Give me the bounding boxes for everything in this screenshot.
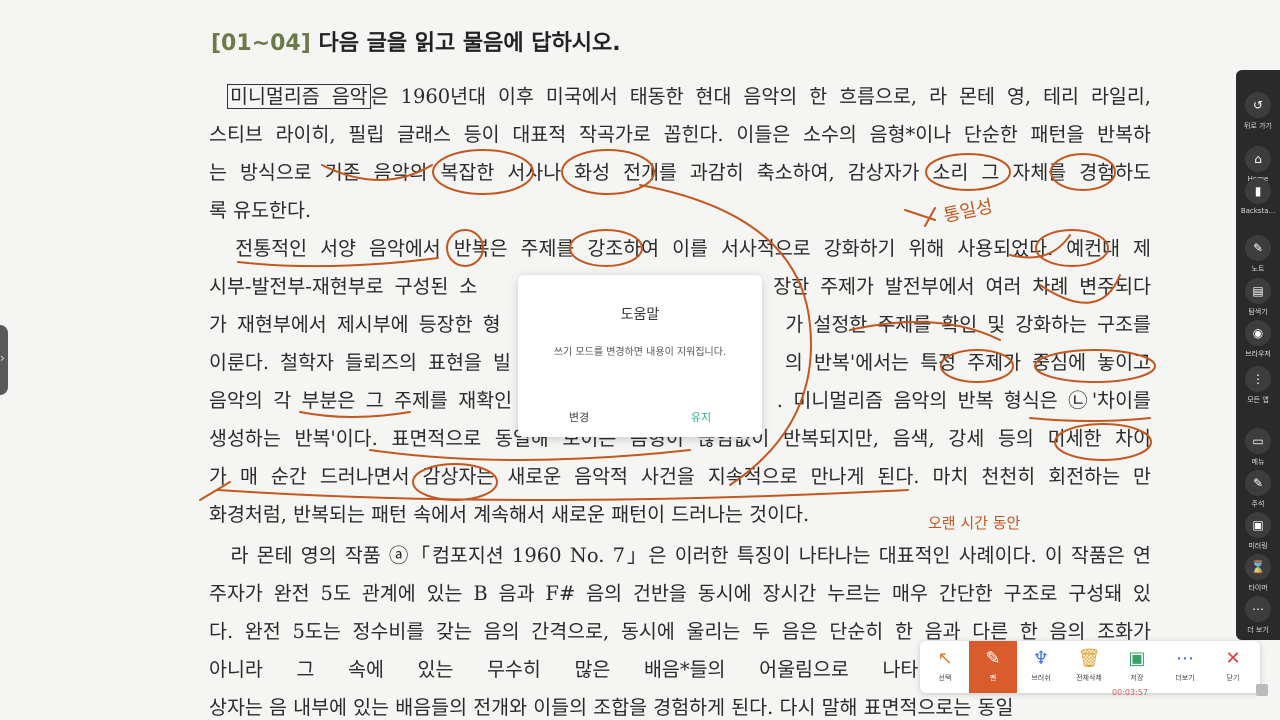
save-icon: ▣ <box>1128 648 1146 669</box>
tool-more[interactable]: ⋯ 더보기 <box>1161 641 1209 693</box>
sidebar-item[interactable]: ⋯ 더 보기 <box>1236 596 1280 635</box>
help-dialog: 도움말 쓰기 모드를 변경하면 내용이 지워집니다. 변경 유지 <box>518 275 762 437</box>
tool-trash[interactable]: 🗑 전체삭제 <box>1065 641 1113 693</box>
sidebar-item[interactable]: ▮ Backsta... <box>1236 178 1280 215</box>
text-line: 는 방식으로 기존 음악의 복잡한 서사나 화성 전개를 과감히 축소하여, 감… <box>209 161 1151 184</box>
browser-icon: ◉ <box>1245 320 1271 346</box>
tool-close[interactable]: ✕ 닫기 <box>1209 641 1257 693</box>
sidebar-item-label: 메뉴 <box>1251 458 1265 466</box>
boxed-term: 미니멀리즘 음악 <box>227 84 371 109</box>
text-line: 상자는 음 내부에 있는 배음들의 전개와 이들의 조합을 경험하게 된다. 다… <box>209 696 1014 719</box>
text-line: 화경처럼, 반복되는 패턴 속에서 계속해서 새로운 패턴이 드러나는 것이다. <box>209 503 810 526</box>
tool-label: 브러쉬 <box>1031 674 1051 682</box>
sidebar-item[interactable]: ▤ 탐색기 <box>1236 278 1280 317</box>
trash-icon: 🗑 <box>1077 648 1101 669</box>
tool-label: 닫기 <box>1226 674 1240 682</box>
mirroring-icon: ▣ <box>1245 512 1271 538</box>
notes-icon: ✎ <box>1245 235 1271 261</box>
left-panel-handle[interactable]: › <box>0 325 8 395</box>
tool-pen[interactable]: ✎ 펜 <box>969 641 1017 693</box>
text-line: 미니멀리즘 음악 은 1960년대 이후 미국에서 태동한 현대 음악의 한 흐름… <box>209 78 1151 116</box>
annotation-icon: ✎ <box>1245 470 1271 496</box>
more-icon: ⋯ <box>1245 596 1271 622</box>
pen-icon: ✎ <box>985 648 1001 669</box>
menu-icon: ▭ <box>1245 428 1271 454</box>
timer-readout: 00:03:57 <box>1112 688 1148 697</box>
sidebar-item-label: 뒤로 가기 <box>1244 122 1272 130</box>
sidebar-item[interactable]: ↺ 뒤로 가기 <box>1236 92 1280 131</box>
text-line: 전통적인 서양 음악에서 반복은 주제를 강조하여 이를 서사적으로 강화하기 … <box>209 237 1151 260</box>
sidebar-item[interactable]: ⋮ 모든 앱 <box>1236 366 1280 405</box>
text-line: 라 몬테 영의 작품 ⓐ「컴포지션 1960 No. 7」은 이러한 특징이 나… <box>209 544 1152 567</box>
sidebar-item[interactable]: ✎ 노트 <box>1236 235 1280 274</box>
dialog-title: 도움말 <box>620 307 660 323</box>
change-button[interactable]: 변경 <box>518 409 640 425</box>
cursor-icon: ↖ <box>937 648 953 669</box>
more-icon: ⋯ <box>1176 648 1194 669</box>
sidebar-item[interactable]: ▣ 미러링 <box>1236 512 1280 551</box>
question-heading: [01~04] 다음 글을 읽고 물음에 답하시오. <box>211 25 621 57</box>
sidebar-item-label: 노트 <box>1251 265 1265 273</box>
all-apps-icon: ⋮ <box>1245 366 1271 392</box>
paragraph-1: 미니멀리즘 음악 은 1960년대 이후 미국에서 태동한 현대 음악의 한 흐름… <box>209 78 1151 230</box>
sidebar-item-label: 탐색기 <box>1248 308 1268 316</box>
sidebar-item-label: 타이머 <box>1248 584 1268 592</box>
right-sidebar: ↺뒤로 가기⌂Home▮Backsta...✎노트▤탐색기◉브라우저⋮모든 앱▭… <box>1236 70 1280 640</box>
timer-icon: ⌛ <box>1245 554 1271 580</box>
explorer-icon: ▤ <box>1245 278 1271 304</box>
chevron-right-icon: › <box>0 351 5 365</box>
tool-label: 선택 <box>938 674 952 682</box>
sidebar-item-label: 더 보기 <box>1247 626 1269 634</box>
tool-save[interactable]: ▣ 저장 <box>1113 641 1161 693</box>
tool-label: 전체삭제 <box>1076 674 1102 682</box>
sidebar-item-label: 모든 앱 <box>1247 396 1269 404</box>
corner-handle[interactable] <box>1256 684 1268 696</box>
line-text: 은 1960년대 이후 미국에서 태동한 현대 음악의 한 흐름으로, 라 몬테… <box>370 85 1151 108</box>
close-icon: ✕ <box>1225 648 1241 669</box>
sidebar-item[interactable]: ◉ 브라우저 <box>1236 320 1280 359</box>
backstage-icon: ▮ <box>1245 178 1271 204</box>
question-number: [01~04] <box>211 31 311 56</box>
sidebar-item[interactable]: ✎ 주석 <box>1236 470 1280 509</box>
home-icon: ⌂ <box>1245 146 1271 172</box>
tool-cursor[interactable]: ↖ 선택 <box>921 641 969 693</box>
question-instruction: 다음 글을 읽고 물음에 답하시오. <box>318 31 621 56</box>
sidebar-item-label: 주석 <box>1251 500 1265 508</box>
pen-toolbar: ↖ 선택 ✎ 펜 ♆ 브러쉬 🗑 전체삭제 ▣ 저장 ⋯ 더보기 ✕ 닫기 <box>920 641 1260 693</box>
sidebar-item[interactable]: ▭ 메뉴 <box>1236 428 1280 467</box>
tool-brush[interactable]: ♆ 브러쉬 <box>1017 641 1065 693</box>
tool-label: 펜 <box>989 674 997 682</box>
text-line: 주자가 완전 5도 관계에 있는 B 음과 F# 음의 건반을 동시에 장시간 … <box>209 582 1151 605</box>
tool-label: 더보기 <box>1175 674 1195 682</box>
dialog-message: 쓰기 모드를 변경하면 내용이 지워집니다. <box>553 347 727 358</box>
keep-button[interactable]: 유지 <box>640 409 762 425</box>
sidebar-item-label: 미러링 <box>1248 542 1268 550</box>
document-page: [01~04] 다음 글을 읽고 물음에 답하시오. 미니멀리즘 음악 은 196… <box>0 0 1280 720</box>
sidebar-item-label: Backsta... <box>1240 207 1276 215</box>
tool-label: 저장 <box>1130 674 1144 682</box>
back-icon: ↺ <box>1245 92 1271 118</box>
sidebar-item-label: 브라우저 <box>1245 350 1271 358</box>
sidebar-item[interactable]: ⌛ 타이머 <box>1236 554 1280 593</box>
brush-icon: ♆ <box>1032 648 1050 669</box>
text-line: 스티브 라이히, 필립 글래스 등이 대표적 작곡가로 꼽힌다. 이들은 소수의… <box>209 123 1151 146</box>
text-line: 록 유도한다. <box>209 199 312 222</box>
text-line: 가 매 순간 드러나면서 감상자는 새로운 음악적 사건을 지속적으로 만나게 … <box>209 465 1151 488</box>
